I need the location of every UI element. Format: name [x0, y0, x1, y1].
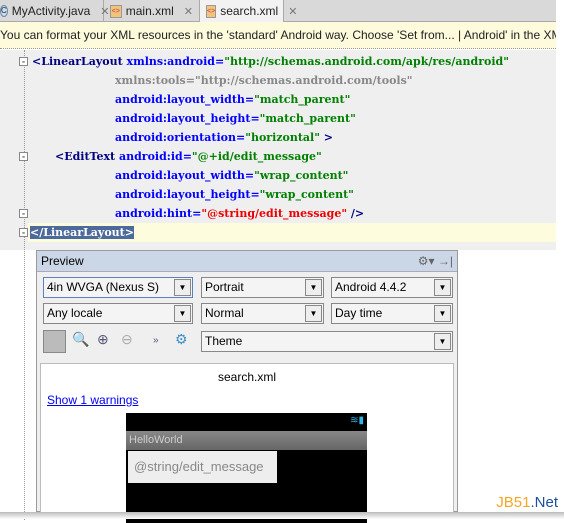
selected-text: </LinearLayout>: [30, 226, 134, 239]
edit-text-preview: @string/edit_message: [128, 451, 277, 483]
file-name-label: search.xml: [217, 370, 276, 384]
chevron-down-icon: ▼: [174, 279, 191, 296]
preview-header: Preview ⚙▾ →|: [37, 251, 457, 272]
code-line: android:layout_height="wrap_content": [115, 188, 354, 201]
orientation-dropdown[interactable]: Portrait ▼: [201, 277, 324, 298]
close-icon[interactable]: ✕: [288, 5, 297, 18]
locale-dropdown[interactable]: Any locale ▼: [43, 303, 193, 324]
tab-main-xml[interactable]: <> main.xml ✕: [104, 0, 200, 22]
tab-label: MyActivity.java: [11, 4, 91, 18]
settings-gear-icon[interactable]: ⚙▾: [418, 254, 435, 268]
editor-tabs: C MyActivity.java ✕ <> main.xml ✕ <> search.x…: [0, 0, 556, 22]
fold-icon[interactable]: -: [19, 152, 28, 161]
device-dropdown[interactable]: 4in WVGA (Nexus S) ▼: [43, 277, 193, 298]
device-screen: ≋▮ HelloWorld @string/edit_message: [126, 413, 367, 523]
api-level-dropdown[interactable]: Android 4.4.2 ▼: [331, 277, 453, 298]
code-line: </LinearLayout>: [30, 223, 134, 242]
settings-gear-icon[interactable]: ⚙: [175, 331, 188, 348]
time-dropdown[interactable]: Day time ▼: [331, 303, 453, 324]
close-icon[interactable]: ✕: [184, 5, 193, 18]
chevron-down-icon: ▼: [434, 279, 451, 296]
code-line: android:layout_width="match_parent": [115, 93, 351, 106]
fold-icon[interactable]: -: [19, 209, 28, 218]
code-line: android:layout_height="match_parent": [115, 112, 356, 125]
code-line: <LinearLayout xmlns:android="http://sche…: [32, 55, 509, 68]
code-line: android:hint="@string/edit_message" />: [115, 207, 365, 220]
fold-icon[interactable]: -: [19, 57, 28, 66]
code-line: <EditText android:id="@+id/edit_message": [55, 150, 322, 163]
code-line: android:orientation="horizontal" >: [115, 131, 334, 144]
more-icon[interactable]: »: [153, 335, 159, 346]
chevron-down-icon: ▼: [305, 279, 322, 296]
xml-file-icon: <>: [206, 4, 217, 18]
zoom-out-icon[interactable]: ⊖: [121, 331, 133, 348]
fold-gutter: [24, 50, 25, 520]
code-line: xmlns:tools="http://schemas.android.com/…: [115, 74, 413, 87]
java-class-icon: C: [0, 5, 8, 17]
zoom-to-fit-icon[interactable]: [43, 330, 66, 353]
theme-dropdown[interactable]: Theme ▼: [201, 331, 453, 352]
format-notification[interactable]: You can format your XML resources in the…: [0, 22, 556, 49]
preview-panel: Preview ⚙▾ →| 4in WVGA (Nexus S) ▼ Portra…: [36, 250, 458, 523]
tab-label: search.xml: [220, 4, 279, 18]
screen-size-dropdown[interactable]: Normal ▼: [201, 303, 324, 324]
zoom-in-icon[interactable]: ⊕: [97, 331, 109, 348]
action-bar: HelloWorld: [126, 431, 367, 450]
show-warnings-link[interactable]: Show 1 warnings: [47, 393, 138, 407]
chevron-down-icon: ▼: [434, 305, 451, 322]
hide-panel-icon[interactable]: →|: [438, 254, 453, 268]
code-editor[interactable]: - - - - <LinearLayout xmlns:android="htt…: [0, 50, 556, 520]
chevron-down-icon: ▼: [305, 305, 322, 322]
render-canvas: search.xml Show 1 warnings ≋▮ HelloWorld…: [40, 363, 454, 523]
wifi-battery-icon: ≋▮: [350, 415, 364, 426]
xml-file-icon: <>: [110, 4, 122, 18]
tab-myactivity-java[interactable]: C MyActivity.java ✕: [0, 0, 109, 22]
chevron-down-icon: ▼: [174, 305, 191, 322]
watermark: JB51.Net: [496, 494, 558, 511]
tab-label: main.xml: [125, 4, 174, 18]
window-shadow: [0, 512, 564, 519]
tab-search-xml[interactable]: <> search.xml ✕: [200, 0, 297, 22]
chevron-down-icon: ▼: [434, 333, 451, 350]
fold-icon[interactable]: -: [19, 228, 28, 237]
actual-size-icon[interactable]: 🔍: [72, 331, 89, 348]
preview-title: Preview: [41, 254, 84, 268]
code-line: android:layout_width="wrap_content": [115, 169, 349, 182]
